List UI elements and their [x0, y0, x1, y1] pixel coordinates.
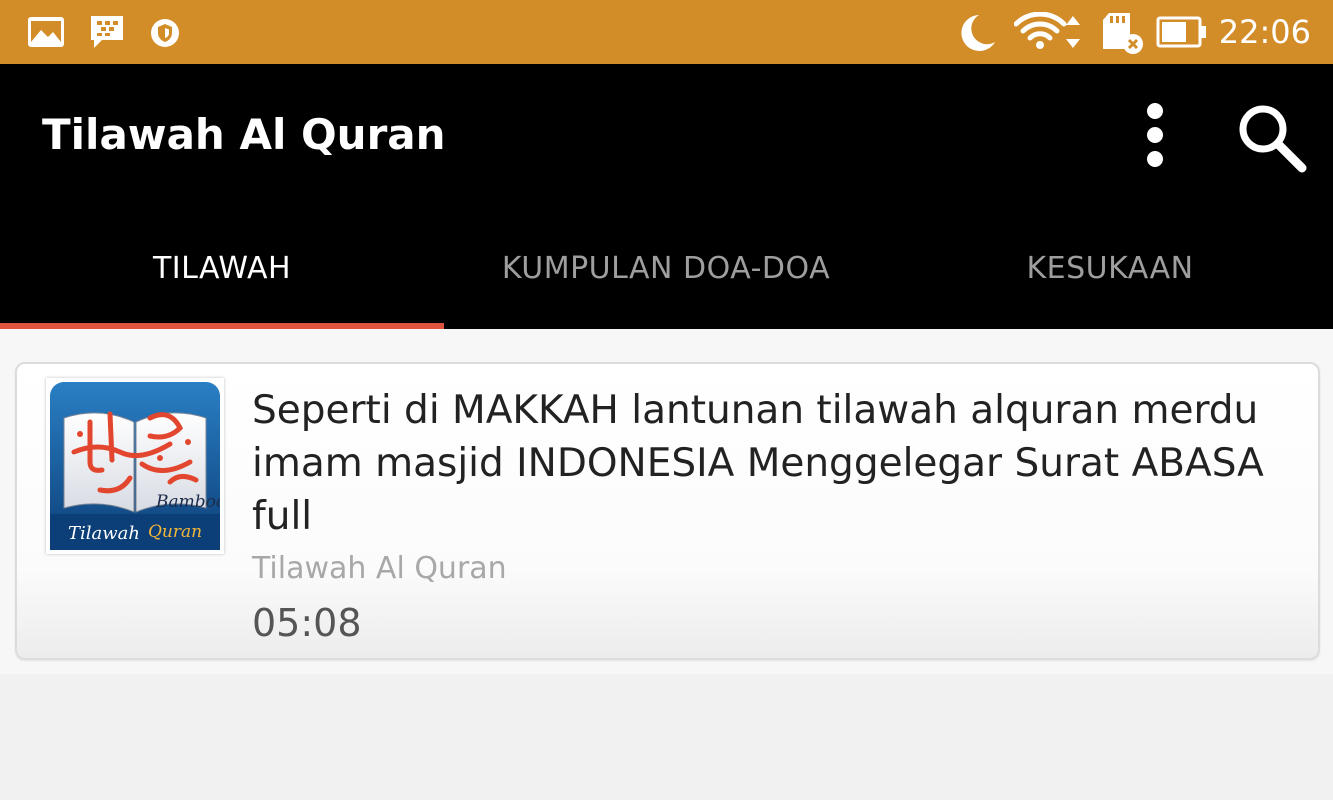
video-thumbnail: Bamboo Tilawah Quran [46, 378, 224, 554]
tab-tilawah[interactable]: TILAWAH [0, 236, 444, 329]
tilawah-quran-logo: Bamboo Tilawah Quran [50, 382, 220, 550]
more-vert-icon [1147, 103, 1163, 167]
tab-label: TILAWAH [152, 251, 292, 286]
tab-label: KUMPULAN DOA-DOA [501, 251, 831, 286]
svg-text:Tilawah: Tilawah [68, 523, 140, 544]
gallery-icon [28, 17, 64, 47]
video-title: Seperti di MAKKAH lantunan tilawah alqur… [252, 388, 1264, 539]
video-channel: Tilawah Al Quran [252, 551, 507, 586]
more-options-button[interactable] [1134, 102, 1176, 168]
bbm-chat-icon [91, 16, 123, 48]
moon-icon [961, 15, 995, 51]
tab-label: KESUKAAN [1026, 251, 1194, 286]
app-bar: Tilawah Al Quran TILAWAH KUMPULAN DOA-DO… [0, 64, 1333, 329]
svg-text:Bamboo: Bamboo [155, 492, 220, 512]
search-button[interactable] [1236, 102, 1308, 174]
video-duration: 05:08 [252, 601, 362, 645]
shield-icon [151, 19, 179, 47]
app-title: Tilawah Al Quran [42, 110, 446, 159]
tab-kesukaan[interactable]: KESUKAAN [888, 236, 1332, 329]
wifi-icon [1014, 12, 1080, 49]
svg-text:Quran: Quran [148, 522, 202, 542]
tab-bar: TILAWAH KUMPULAN DOA-DOA KESUKAAN [0, 236, 1333, 329]
battery-icon [1156, 16, 1206, 48]
status-bar: 22:06 [0, 0, 1333, 64]
sd-card-icon [1103, 13, 1143, 54]
tab-kumpulan-doa[interactable]: KUMPULAN DOA-DOA [444, 236, 888, 329]
search-icon [1239, 105, 1307, 173]
status-time: 22:06 [1218, 13, 1311, 51]
video-list-item[interactable]: Bamboo Tilawah Quran Seperti di MAKKAH l… [15, 362, 1320, 660]
